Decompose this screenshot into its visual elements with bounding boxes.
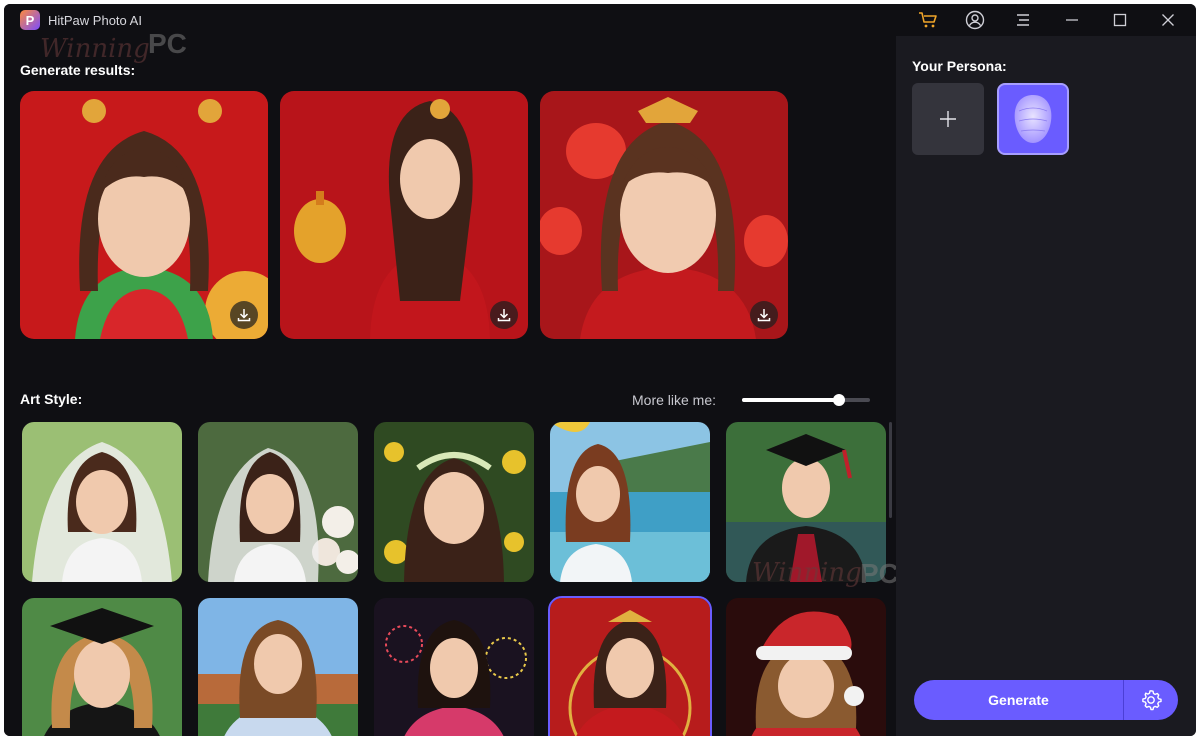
close-button[interactable] bbox=[1154, 8, 1182, 32]
style-bridal-flowers[interactable] bbox=[198, 422, 358, 582]
download-button[interactable] bbox=[230, 301, 258, 329]
portrait-image bbox=[540, 91, 788, 339]
watermark-script: Winning bbox=[40, 34, 150, 64]
download-icon bbox=[237, 309, 251, 322]
style-image bbox=[374, 598, 534, 736]
style-beach[interactable] bbox=[550, 422, 710, 582]
gear-icon bbox=[1142, 690, 1162, 711]
generate-button[interactable]: Generate bbox=[914, 680, 1123, 720]
portrait-image bbox=[20, 91, 268, 339]
slider-thumb[interactable] bbox=[833, 394, 846, 406]
style-image bbox=[198, 598, 358, 736]
face-avatar-icon bbox=[1014, 95, 1052, 143]
generate-results-label: Generate results: bbox=[20, 62, 136, 78]
style-image bbox=[550, 598, 710, 736]
title-bar: P HitPaw Photo AI bbox=[4, 4, 1196, 36]
style-graduation-male[interactable] bbox=[726, 422, 886, 582]
minimize-icon bbox=[1066, 19, 1078, 21]
app-title: HitPaw Photo AI bbox=[48, 13, 142, 28]
download-button[interactable] bbox=[750, 301, 778, 329]
download-icon bbox=[497, 309, 511, 322]
style-christmas[interactable] bbox=[726, 598, 886, 736]
svg-text:P: P bbox=[26, 13, 35, 28]
style-flower-crown[interactable] bbox=[374, 422, 534, 582]
style-image bbox=[198, 422, 358, 582]
download-icon bbox=[757, 309, 771, 322]
persona-label: Your Persona: bbox=[912, 58, 1007, 74]
art-style-label: Art Style: bbox=[20, 391, 83, 407]
persona-panel: Your Persona: Generate bbox=[896, 36, 1196, 736]
style-image bbox=[726, 598, 886, 736]
maximize-button[interactable] bbox=[1106, 8, 1134, 32]
cart-icon bbox=[919, 12, 937, 28]
menu-icon bbox=[1017, 14, 1029, 26]
generated-result-2[interactable] bbox=[280, 91, 528, 339]
generated-result-1[interactable] bbox=[20, 91, 268, 339]
add-persona-button[interactable] bbox=[912, 83, 984, 155]
persona-avatar[interactable] bbox=[997, 83, 1069, 155]
style-graduation-female[interactable] bbox=[22, 598, 182, 736]
cart-button[interactable] bbox=[914, 8, 942, 32]
minimize-button[interactable] bbox=[1058, 8, 1086, 32]
maximize-icon bbox=[1113, 13, 1127, 27]
more-like-me-label: More like me: bbox=[632, 392, 717, 408]
style-image bbox=[22, 598, 182, 736]
style-image bbox=[550, 422, 710, 582]
app-window: P HitPaw Photo AI Winning PC Generate re… bbox=[4, 4, 1196, 736]
account-icon bbox=[965, 10, 985, 30]
generate-group: Generate bbox=[914, 680, 1178, 720]
close-icon bbox=[1162, 14, 1174, 26]
account-button[interactable] bbox=[961, 8, 989, 32]
generated-result-3[interactable] bbox=[540, 91, 788, 339]
style-chinese-new-year[interactable] bbox=[548, 596, 712, 736]
style-scrollbar[interactable] bbox=[889, 422, 892, 518]
portrait-image bbox=[280, 91, 528, 339]
style-image bbox=[374, 422, 534, 582]
style-bridal-veil[interactable] bbox=[22, 422, 182, 582]
slider-fill bbox=[742, 398, 840, 402]
plus-icon bbox=[940, 111, 956, 127]
app-logo-icon: P bbox=[20, 10, 40, 30]
settings-button[interactable] bbox=[1124, 680, 1178, 720]
style-fireworks[interactable] bbox=[374, 598, 534, 736]
style-image bbox=[22, 422, 182, 582]
style-image bbox=[726, 422, 886, 582]
download-button[interactable] bbox=[490, 301, 518, 329]
menu-button[interactable] bbox=[1009, 8, 1037, 32]
main-area: Winning PC Generate results: Art Style: … bbox=[4, 28, 899, 736]
more-like-me-slider[interactable] bbox=[742, 394, 870, 406]
style-sports-jersey[interactable] bbox=[198, 598, 358, 736]
